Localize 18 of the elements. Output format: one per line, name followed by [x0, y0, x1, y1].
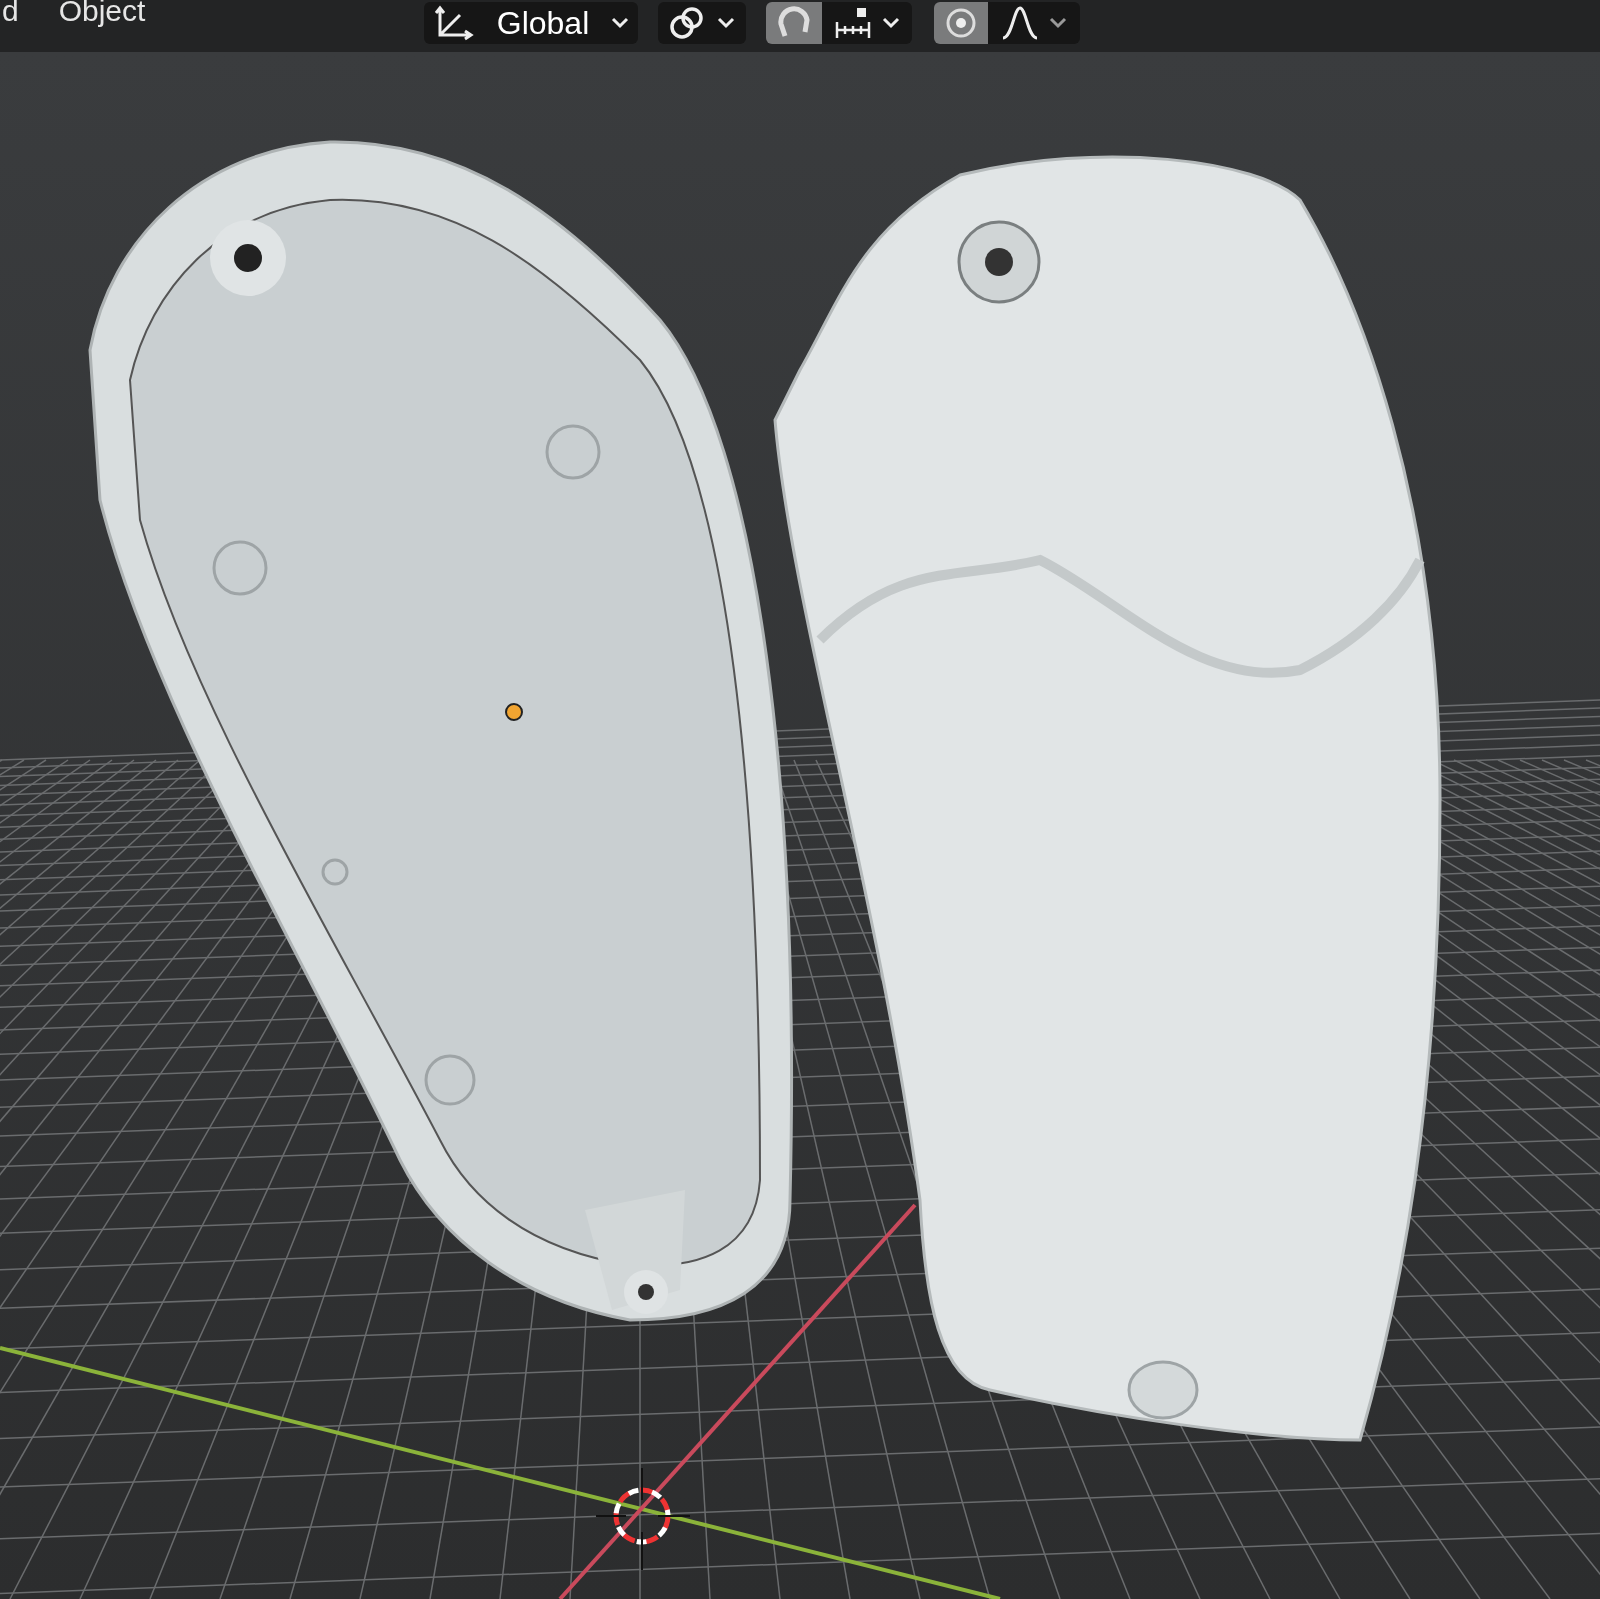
caret-icon	[610, 16, 630, 30]
axes-icon	[432, 5, 476, 41]
3d-cursor-icon	[595, 1467, 691, 1571]
transform-orientation-dropdown[interactable]: Global	[424, 2, 638, 44]
curve-icon	[1000, 5, 1040, 41]
falloff-dropdown[interactable]	[988, 2, 1080, 44]
caret-icon	[1048, 16, 1068, 30]
snap-toggle[interactable]	[766, 2, 822, 44]
ruler-icon	[833, 6, 873, 40]
caret-icon	[881, 16, 901, 30]
origin-point-icon	[505, 703, 523, 721]
target-circle-icon	[945, 7, 977, 39]
pivot-point-dropdown[interactable]	[658, 2, 746, 44]
caret-icon	[716, 16, 736, 30]
proportional-editing-toggle[interactable]	[934, 2, 988, 44]
menu-item[interactable]: Object	[58, 0, 146, 28]
menu-item[interactable]: d	[2, 0, 19, 28]
snap-target-dropdown[interactable]	[822, 2, 912, 44]
